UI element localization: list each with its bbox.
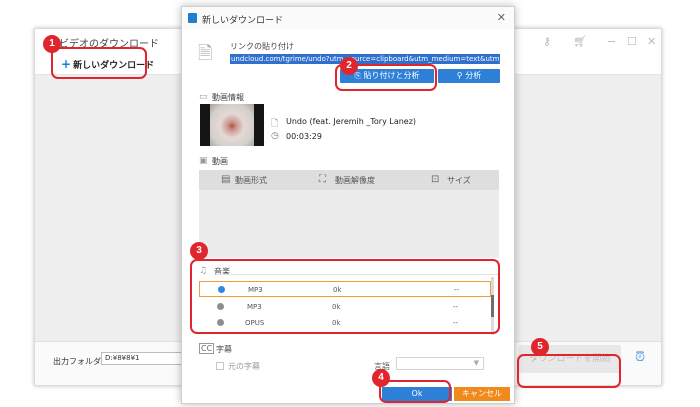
key-icon[interactable]: ⚷ <box>543 35 551 48</box>
file-icon: 🗋︎ <box>271 119 279 129</box>
video-info-label: 動画情報 <box>212 93 244 102</box>
highlight-ok-button <box>379 380 451 403</box>
video-section-icon: ▣ <box>199 156 208 166</box>
video-thumbnail <box>200 104 264 146</box>
app-icon <box>188 13 197 23</box>
size-icon: ⊡ <box>431 174 440 185</box>
analyze-label: 分析 <box>465 71 482 80</box>
step-1-badge: 1 <box>43 35 61 53</box>
video-resolution-header: 動画解像度 <box>335 176 375 185</box>
original-subtitle-checkbox[interactable] <box>216 362 224 370</box>
screenshot: ビデオのダウンロード ⚷ 🛒︎ − ☐ ✕ + 新しいダウンロード 出力フォルダ：… <box>0 0 700 407</box>
step-5-badge: 5 <box>531 338 549 356</box>
original-subtitle-label: 元の字幕 <box>228 362 260 371</box>
dialog-title: 新しいダウンロード <box>202 16 284 26</box>
analyze-button[interactable]: ⚲ 分析 <box>438 69 500 83</box>
highlight-new-download <box>51 47 147 79</box>
video-title: Undo (feat. Jeremih _Tory Lanez) <box>286 117 417 126</box>
close-icon[interactable]: ✕ <box>647 35 656 48</box>
output-folder-field[interactable]: D:¥8¥8¥1 <box>101 352 185 365</box>
subtitle-section-label: 字幕 <box>216 345 232 354</box>
dialog-close-icon[interactable]: ✕ <box>497 11 506 24</box>
video-section-label: 動画 <box>212 157 228 166</box>
url-file-icon: 🗎︎ <box>198 43 213 64</box>
video-format-table: ▤ 動画形式 ⛶ 動画解像度 ⊡ サイズ <box>199 170 499 258</box>
highlight-audio-table <box>190 259 500 334</box>
clock-icon: ◷ <box>271 131 279 141</box>
search-icon: ⚲ <box>456 71 466 80</box>
video-format-header: 動画形式 <box>235 176 267 185</box>
resolution-icon: ⛶ <box>319 174 326 185</box>
dialog-titlebar: 新しいダウンロード ✕ <box>182 7 514 29</box>
chevron-down-icon: ▼ <box>473 359 479 367</box>
video-table-header: ▤ 動画形式 ⛶ 動画解像度 ⊡ サイズ <box>199 170 499 190</box>
step-2-badge: 2 <box>340 57 358 75</box>
link-paste-label: リンクの貼り付け <box>230 42 294 51</box>
film-icon: ▤ <box>221 174 231 185</box>
video-size-header: サイズ <box>447 176 471 185</box>
alarm-clock-icon[interactable]: ⏰︎ <box>635 350 651 366</box>
closed-caption-icon: CC <box>199 343 215 354</box>
cancel-button[interactable]: キャンセル <box>454 387 510 401</box>
video-duration: 00:03:29 <box>286 132 322 141</box>
highlight-download-all <box>517 354 621 388</box>
step-4-badge: 4 <box>372 369 390 387</box>
language-select[interactable]: ▼ <box>396 357 484 370</box>
minimize-icon[interactable]: − <box>607 35 616 48</box>
url-input[interactable]: undcloud.com/tgrime/undo?utm_source=clip… <box>230 54 500 64</box>
step-3-badge: 3 <box>190 242 208 260</box>
video-info-icon: ▭ <box>199 92 208 102</box>
maximize-icon[interactable]: ☐ <box>627 35 637 48</box>
cart-icon[interactable]: 🛒︎ <box>573 35 587 48</box>
